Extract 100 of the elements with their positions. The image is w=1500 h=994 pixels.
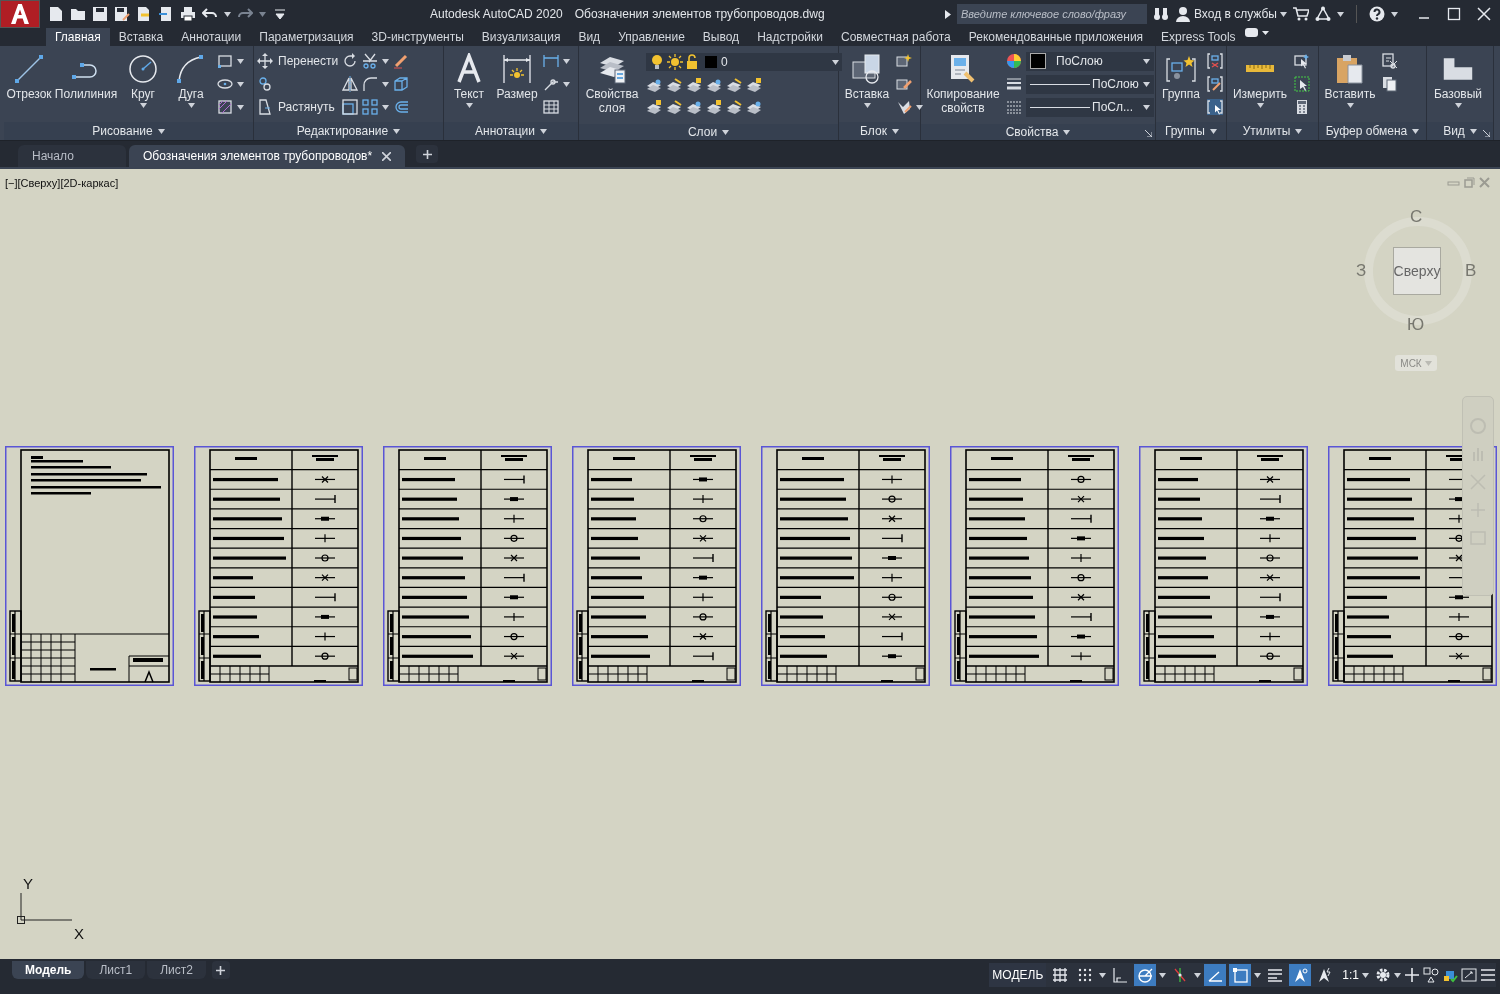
help-icon[interactable] <box>1369 6 1385 22</box>
print-icon[interactable] <box>180 6 196 22</box>
trim-icon[interactable] <box>362 53 379 69</box>
mirror-icon[interactable] <box>342 76 359 92</box>
dimension-icon[interactable] <box>501 53 533 85</box>
layout-tab[interactable]: Лист1 <box>86 961 146 979</box>
settings-icon[interactable] <box>1375 967 1391 983</box>
layer-icon[interactable] <box>746 77 762 93</box>
dynamic-input-toggle[interactable] <box>1204 964 1227 986</box>
line-icon[interactable] <box>13 53 45 85</box>
binoculars-icon[interactable] <box>1153 6 1169 22</box>
expand-arrow-icon[interactable] <box>945 9 951 19</box>
close-icon[interactable] <box>1476 6 1492 22</box>
line-button[interactable]: Отрезок <box>7 51 51 110</box>
layer-icon[interactable] <box>726 77 742 93</box>
property-dropdown[interactable]: ПоСл... <box>1026 97 1154 117</box>
block-create-icon[interactable] <box>896 53 912 69</box>
network-icon[interactable] <box>1315 6 1331 22</box>
group-select-icon[interactable] <box>1207 99 1223 115</box>
layer-icon[interactable] <box>666 77 682 93</box>
calculator-icon[interactable] <box>1294 99 1310 115</box>
rectangle-icon[interactable] <box>217 53 233 69</box>
cut-icon[interactable] <box>1382 53 1398 69</box>
close-icon[interactable] <box>382 151 392 161</box>
polyline-button[interactable]: Полилиния <box>55 51 117 110</box>
move-icon[interactable] <box>257 53 273 69</box>
ribbon-tab[interactable]: Параметризация <box>250 28 363 46</box>
save-as-icon[interactable] <box>114 6 130 22</box>
layer-icon[interactable] <box>706 99 722 115</box>
layer-icon[interactable] <box>726 99 742 115</box>
bulb-icon[interactable] <box>649 54 665 70</box>
layer-icon[interactable] <box>686 77 702 93</box>
sign-in-button[interactable]: Вход в службы <box>1175 6 1287 22</box>
ribbon-tab[interactable]: Визуализация <box>472 28 570 46</box>
ribbon-tab[interactable]: Express Tools <box>1152 28 1245 46</box>
ungroup-icon[interactable] <box>1207 53 1223 69</box>
ribbon-tab[interactable]: Вставка <box>109 28 173 46</box>
ribbon-tab[interactable]: Управление <box>609 28 694 46</box>
panel-title[interactable]: Рисование <box>92 124 153 138</box>
select-all-icon[interactable] <box>1294 76 1310 92</box>
insert-button[interactable]: Вставка <box>842 51 892 110</box>
quick-select-icon[interactable] <box>1294 53 1310 69</box>
layer-icon[interactable] <box>746 99 762 115</box>
stretch-icon[interactable] <box>257 99 273 115</box>
export-icon[interactable] <box>158 6 174 22</box>
attribute-edit-icon[interactable] <box>896 99 912 115</box>
measure-button[interactable]: Измерить <box>1230 51 1290 110</box>
layer-icon[interactable] <box>646 99 662 115</box>
model-space-button[interactable]: МОДЕЛЬ <box>989 963 1047 987</box>
copy-clip-icon[interactable] <box>1382 76 1398 92</box>
ribbon-tab[interactable]: Вид <box>569 28 610 46</box>
document-tab[interactable]: Обозначения элементов трубопроводов* <box>129 145 406 167</box>
stretch-button[interactable]: Растянуть <box>257 99 339 115</box>
group-edit-icon[interactable] <box>1207 76 1223 92</box>
new-file-icon[interactable] <box>48 6 64 22</box>
text-button[interactable]: Текст <box>447 51 491 110</box>
layer-dropdown[interactable]: 0 <box>646 53 842 71</box>
ellipse-icon[interactable] <box>217 76 233 92</box>
selection-cycling-toggle[interactable] <box>1229 964 1252 986</box>
dimension-button[interactable]: Размер <box>495 51 539 110</box>
property-dropdown[interactable]: ПоСлою <box>1026 51 1154 71</box>
maximize-icon[interactable] <box>1446 6 1462 22</box>
array-icon[interactable] <box>362 99 379 115</box>
layer-icon[interactable] <box>686 99 702 115</box>
layout-tab[interactable]: Лист2 <box>147 961 206 979</box>
color-wheel-icon[interactable] <box>1006 53 1022 69</box>
match-properties-button[interactable]: Копирование свойств <box>924 51 1002 124</box>
menu-icon[interactable] <box>1480 967 1496 983</box>
ribbon-tab[interactable]: Вывод <box>693 28 749 46</box>
search-field[interactable]: Введите ключевое слово/фразу <box>957 4 1147 24</box>
layer-icon[interactable] <box>666 99 682 115</box>
cube-icon[interactable] <box>393 76 410 92</box>
ribbon-tab[interactable]: Рекомендованные приложения <box>959 28 1153 46</box>
document-tab[interactable]: Начало <box>18 145 126 167</box>
new-tab-button[interactable] <box>416 145 439 163</box>
open-folder-icon[interactable] <box>70 6 86 22</box>
property-dropdown[interactable]: ПоСлою <box>1026 74 1154 94</box>
sun-icon[interactable] <box>667 54 683 70</box>
circle-icon[interactable] <box>127 53 159 85</box>
annotation-visibility-toggle[interactable] <box>1289 964 1312 986</box>
ribbon-tab[interactable]: Аннотации <box>172 28 251 46</box>
move-button[interactable]: Перенести <box>257 53 339 69</box>
layer-icon[interactable] <box>646 77 662 93</box>
lineweight-icon[interactable] <box>1006 76 1022 92</box>
isolate-objects-icon[interactable] <box>1423 967 1439 983</box>
dialog-launcher-icon[interactable] <box>1145 130 1152 137</box>
customize-icon[interactable] <box>272 6 288 22</box>
circle-button[interactable]: Круг <box>121 51 165 110</box>
viewcube-face[interactable]: Сверху <box>1393 247 1441 295</box>
app-logo[interactable] <box>0 0 40 28</box>
rotate-icon[interactable] <box>342 53 359 69</box>
fullscreen-icon[interactable] <box>1461 967 1477 983</box>
save-icon[interactable] <box>92 6 108 22</box>
ribbon-tab[interactable]: Главная <box>46 28 110 46</box>
ribbon-tab[interactable]: Совместная работа <box>831 28 960 46</box>
clipboard-icon[interactable] <box>1334 53 1366 85</box>
layer-icon[interactable] <box>706 77 722 93</box>
eraser-icon[interactable] <box>393 53 410 69</box>
offset-icon[interactable] <box>393 99 410 115</box>
arc-button[interactable]: Дуга <box>169 51 213 110</box>
